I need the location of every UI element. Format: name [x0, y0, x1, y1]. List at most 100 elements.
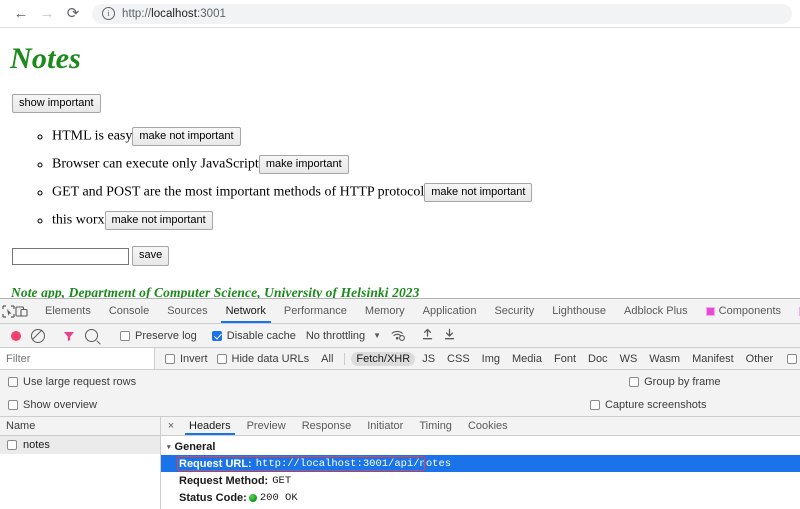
type-filter-media[interactable]: Media [507, 352, 547, 366]
tab-elements[interactable]: Elements [36, 299, 100, 323]
site-info-icon[interactable]: i [102, 7, 115, 20]
checkbox-box [8, 376, 18, 387]
type-filter-font[interactable]: Font [549, 352, 581, 366]
export-har-icon[interactable] [444, 328, 455, 343]
tab-label: Preview [246, 420, 286, 432]
tab-lighthouse[interactable]: Lighthouse [543, 299, 615, 323]
checkbox-box [8, 399, 18, 410]
resource-type-filters: All Fetch/XHR JS CSS Img Media Font Doc … [315, 351, 779, 366]
device-toolbar-icon[interactable] [15, 299, 28, 323]
new-note-input[interactable] [12, 247, 129, 265]
new-note-form: save [12, 246, 792, 266]
tab-label: Timing [419, 420, 452, 432]
filter-funnel-icon[interactable] [58, 330, 80, 342]
tab-security[interactable]: Security [485, 299, 543, 323]
type-filter-css[interactable]: CSS [442, 352, 475, 366]
details-tab-preview[interactable]: Preview [239, 417, 294, 435]
header-row-request-method[interactable]: Request Method: GET [161, 472, 800, 489]
show-overview-checkbox[interactable]: Show overview [8, 399, 97, 411]
tab-adblock-plus[interactable]: Adblock Plus [615, 299, 697, 323]
hide-data-urls-label: Hide data URLs [231, 352, 310, 365]
checkbox-box [216, 353, 227, 364]
header-value: GET [272, 474, 292, 487]
forward-icon[interactable]: → [34, 1, 60, 27]
column-header-name: Name [6, 420, 36, 432]
tab-components[interactable]: Components [697, 299, 790, 323]
tab-memory[interactable]: Memory [356, 299, 414, 323]
close-icon[interactable]: × [161, 417, 181, 435]
tab-performance[interactable]: Performance [275, 299, 356, 323]
toggle-importance-button[interactable]: make not important [424, 183, 533, 203]
details-tabbar: × Headers Preview Response Initiator Tim… [161, 417, 800, 436]
type-filter-fetch-xhr[interactable]: Fetch/XHR [351, 351, 416, 366]
request-checkbox[interactable] [7, 440, 17, 450]
toggle-importance-button[interactable]: make important [258, 155, 349, 175]
back-icon[interactable]: ← [8, 1, 34, 27]
toggle-importance-button[interactable]: make not important [104, 211, 213, 231]
notes-list: HTML is easymake not important Browser c… [8, 127, 792, 231]
reload-icon[interactable]: ⟳ [60, 1, 86, 27]
toggle-importance-button[interactable]: make not important [132, 127, 241, 147]
import-har-icon[interactable] [422, 328, 433, 343]
has-blocked-cookies-checkbox[interactable]: Has blocked cookies [787, 353, 800, 365]
show-important-button[interactable]: show important [12, 94, 101, 114]
tab-label: Memory [364, 305, 405, 317]
type-filter-wasm[interactable]: Wasm [644, 352, 685, 366]
use-large-request-rows-checkbox[interactable]: Use large request rows [8, 376, 136, 388]
network-conditions-icon[interactable] [391, 329, 406, 343]
details-tab-cookies[interactable]: Cookies [460, 417, 516, 435]
header-key: Request Method: [179, 474, 269, 487]
throttling-select[interactable]: No throttling [306, 330, 365, 342]
list-item: Browser can execute only JavaScriptmake … [52, 155, 792, 175]
disable-cache-checkbox[interactable]: Disable cache [211, 329, 296, 342]
tab-network[interactable]: Network [217, 299, 275, 323]
disable-cache-label: Disable cache [226, 329, 296, 342]
header-value: http://localhost:3001/api/notes [255, 457, 452, 470]
table-row[interactable]: notes [0, 436, 160, 454]
header-row-request-url[interactable]: Request URL: http://localhost:3001/api/n… [161, 455, 800, 472]
list-item: GET and POST are the most important meth… [52, 183, 792, 203]
clear-icon[interactable] [27, 328, 49, 343]
header-row-status-code[interactable]: Status Code: 200 OK [161, 489, 800, 506]
hide-data-urls-checkbox[interactable]: Hide data URLs [216, 352, 310, 365]
inspect-element-icon[interactable] [2, 299, 15, 323]
tab-label: Adblock Plus [624, 305, 688, 317]
network-body: Name notes × Headers Preview Response In… [0, 417, 800, 509]
details-tab-initiator[interactable]: Initiator [359, 417, 411, 435]
preserve-log-checkbox[interactable]: Preserve log [120, 330, 197, 342]
chevron-down-icon[interactable]: ▼ [373, 331, 381, 340]
invert-checkbox[interactable]: Invert [165, 353, 208, 365]
search-icon[interactable] [80, 329, 102, 342]
tab-application[interactable]: Application [414, 299, 486, 323]
tab-label: Security [494, 305, 535, 317]
type-filter-ws[interactable]: WS [615, 352, 643, 366]
tab-console[interactable]: Console [100, 299, 158, 323]
type-filter-manifest[interactable]: Manifest [687, 352, 739, 366]
general-section-header[interactable]: ▾ General [161, 439, 800, 455]
group-by-frame-checkbox[interactable]: Group by frame [629, 376, 721, 388]
devtools-panel: Elements Console Sources Network Perform… [0, 298, 800, 509]
tab-profiler[interactable]: Profiler [790, 299, 800, 323]
group-by-frame-wrap: Group by frame [629, 376, 721, 388]
request-name: notes [23, 439, 50, 451]
react-icon [705, 306, 715, 316]
header-key: Status Code: [179, 491, 247, 504]
record-icon[interactable] [5, 330, 27, 341]
type-filter-other[interactable]: Other [741, 352, 779, 366]
save-button[interactable]: save [132, 246, 170, 266]
tab-label: Performance [283, 305, 347, 317]
tab-sources[interactable]: Sources [158, 299, 216, 323]
filter-input[interactable] [0, 348, 155, 369]
type-filter-all[interactable]: All [316, 352, 338, 366]
type-filter-js[interactable]: JS [417, 352, 440, 366]
address-bar[interactable]: i http://localhost:3001 [92, 3, 792, 24]
use-large-request-rows-label: Use large request rows [23, 375, 137, 388]
details-tab-response[interactable]: Response [294, 417, 360, 435]
preserve-log-label: Preserve log [135, 329, 197, 342]
details-tab-timing[interactable]: Timing [411, 417, 460, 435]
note-text: GET and POST are the most important meth… [52, 184, 425, 200]
type-filter-doc[interactable]: Doc [583, 352, 613, 366]
details-tab-headers[interactable]: Headers [181, 417, 239, 435]
capture-screenshots-checkbox[interactable]: Capture screenshots [589, 399, 706, 411]
type-filter-img[interactable]: Img [477, 352, 505, 366]
